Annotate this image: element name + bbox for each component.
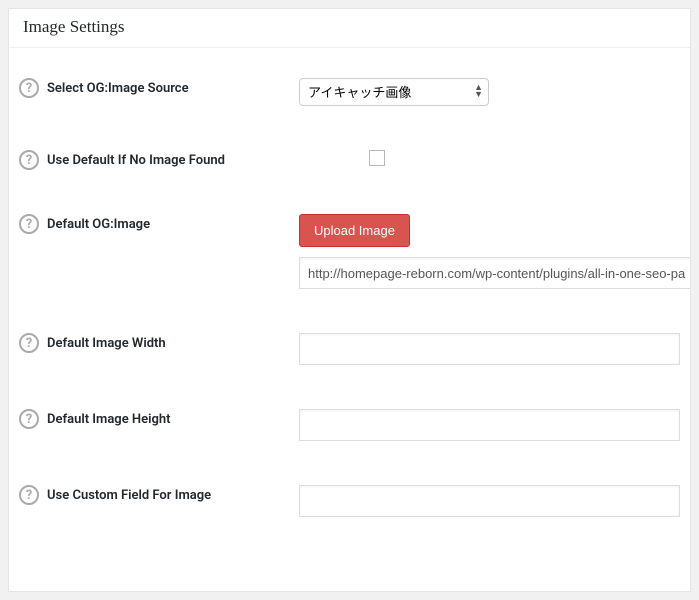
help-icon[interactable]: ? xyxy=(19,150,39,170)
settings-table: ? Select OG:Image Source アイキャッチ画像 ▲▼ ? U… xyxy=(9,48,690,547)
image-settings-panel: Image Settings ? Select OG:Image Source … xyxy=(8,8,691,592)
label-default-image-height: Default Image Height xyxy=(47,412,171,427)
label-default-og-image: Default OG:Image xyxy=(47,217,150,232)
field-col xyxy=(299,150,680,166)
field-col: Upload Image xyxy=(299,214,680,289)
default-og-image-input[interactable] xyxy=(299,257,691,289)
label-custom-field-image: Use Custom Field For Image xyxy=(47,488,211,503)
default-image-width-input[interactable] xyxy=(299,333,680,365)
row-custom-field-image: ? Use Custom Field For Image xyxy=(9,463,690,539)
label-default-image-width: Default Image Width xyxy=(47,336,166,351)
field-col xyxy=(299,409,680,441)
use-default-checkbox[interactable] xyxy=(369,150,385,166)
row-default-image-height: ? Default Image Height xyxy=(9,387,690,463)
label-col: ? Default Image Height xyxy=(19,409,299,429)
label-col: ? Use Default If No Image Found xyxy=(19,150,299,170)
row-default-og-image: ? Default OG:Image Upload Image xyxy=(9,192,690,311)
default-image-height-input[interactable] xyxy=(299,409,680,441)
label-col: ? Select OG:Image Source xyxy=(19,78,299,98)
section-title: Image Settings xyxy=(9,9,690,48)
help-icon[interactable]: ? xyxy=(19,78,39,98)
label-col: ? Default Image Width xyxy=(19,333,299,353)
help-icon[interactable]: ? xyxy=(19,333,39,353)
custom-field-image-input[interactable] xyxy=(299,485,680,517)
field-col xyxy=(299,333,680,365)
help-icon[interactable]: ? xyxy=(19,214,39,234)
row-use-default-if-none: ? Use Default If No Image Found xyxy=(9,128,690,192)
row-og-image-source: ? Select OG:Image Source アイキャッチ画像 ▲▼ xyxy=(9,56,690,128)
help-icon[interactable]: ? xyxy=(19,409,39,429)
field-col xyxy=(299,485,680,517)
select-wrap: アイキャッチ画像 ▲▼ xyxy=(299,78,489,106)
label-col: ? Default OG:Image xyxy=(19,214,299,234)
og-image-source-select[interactable]: アイキャッチ画像 xyxy=(299,78,489,106)
label-col: ? Use Custom Field For Image xyxy=(19,485,299,505)
upload-image-button[interactable]: Upload Image xyxy=(299,214,410,247)
label-og-image-source: Select OG:Image Source xyxy=(47,81,189,96)
row-default-image-width: ? Default Image Width xyxy=(9,311,690,387)
field-col: アイキャッチ画像 ▲▼ xyxy=(299,78,680,106)
help-icon[interactable]: ? xyxy=(19,485,39,505)
label-use-default: Use Default If No Image Found xyxy=(47,153,225,168)
